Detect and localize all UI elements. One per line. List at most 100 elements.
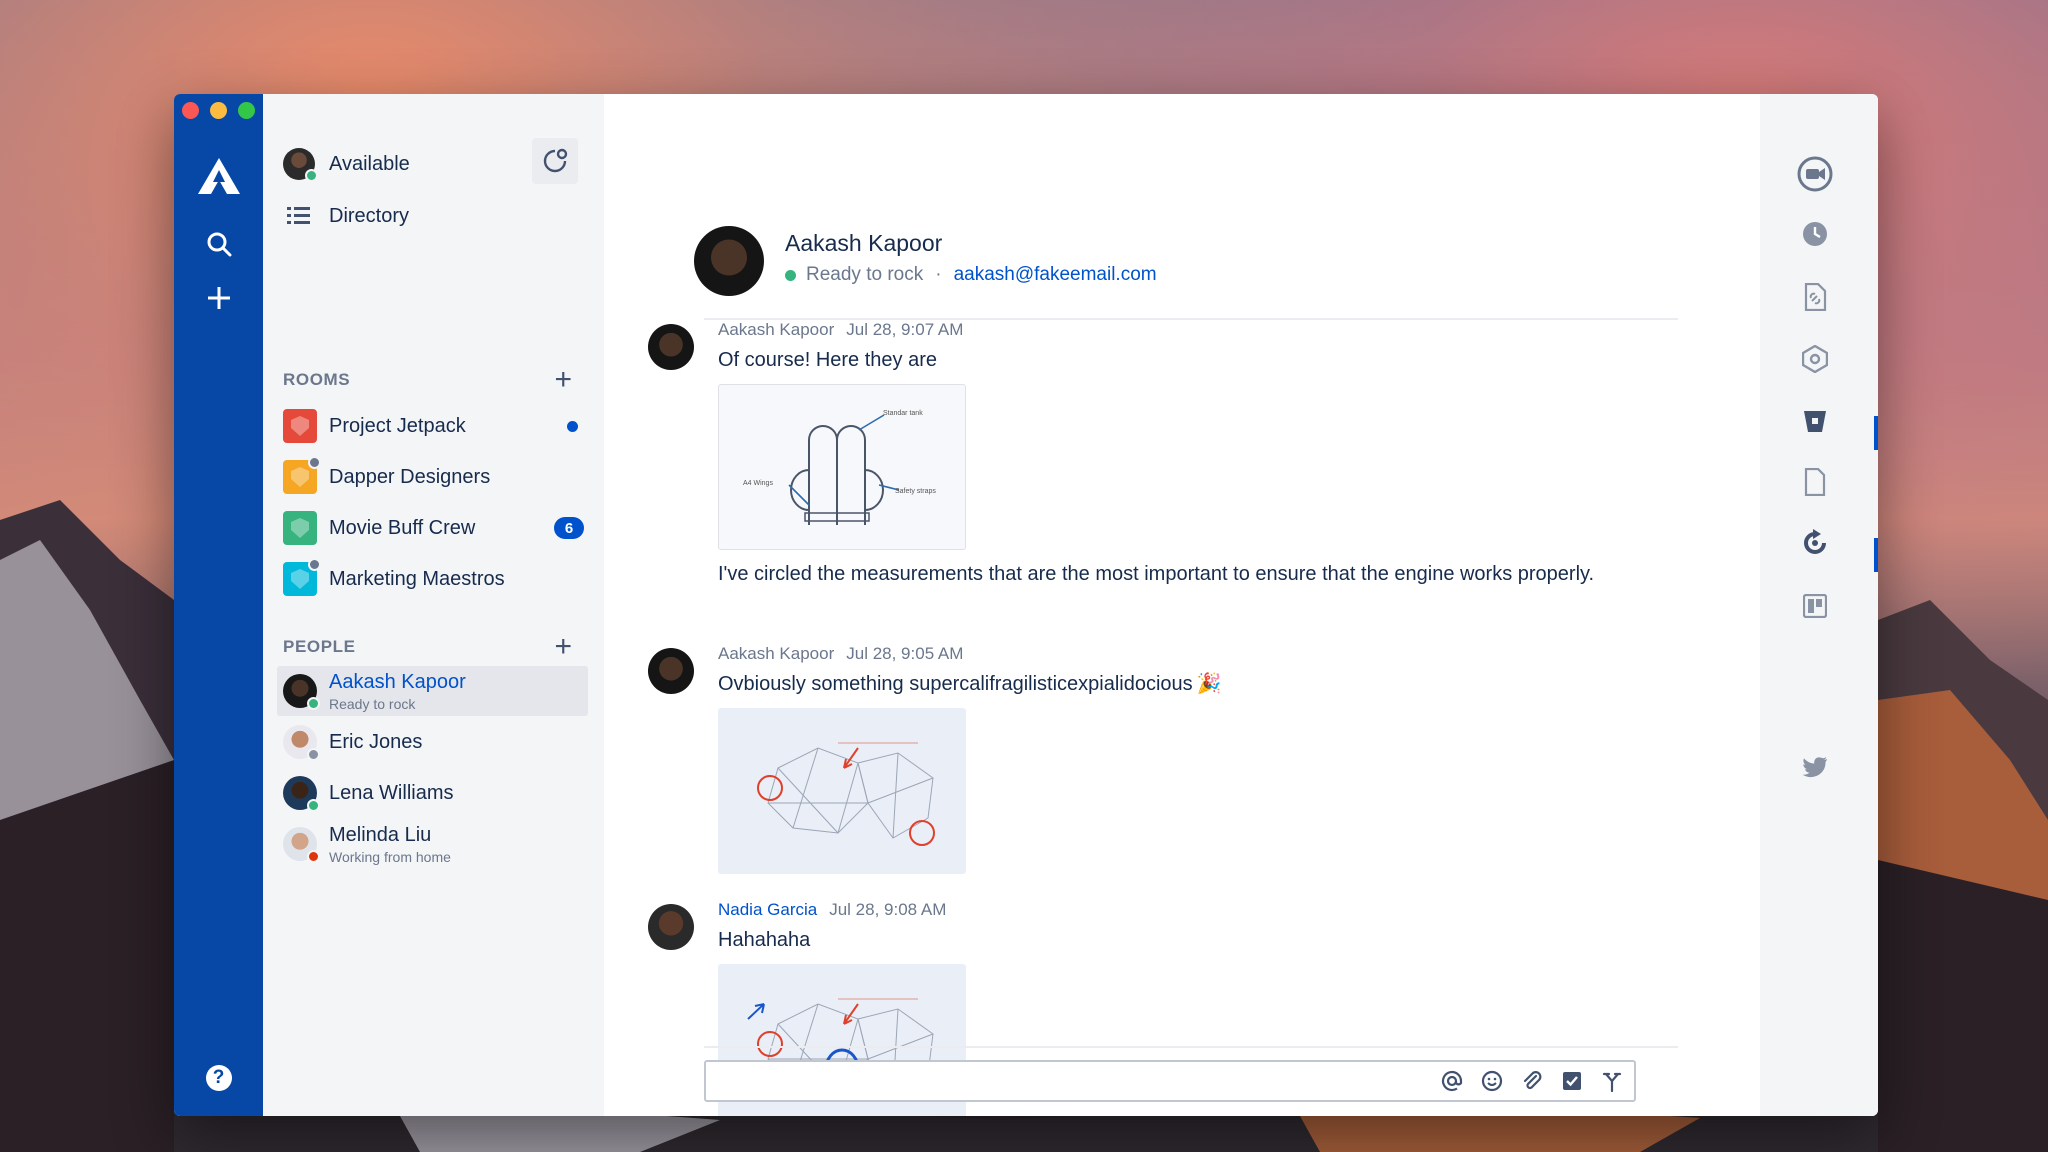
person-item[interactable]: Lena Williams xyxy=(283,771,588,815)
message: Aakash Kapoor Jul 28, 9:05 AM Ovbiously so… xyxy=(718,644,1598,698)
rooms-header: ROOMS + xyxy=(283,364,588,396)
room-icon xyxy=(283,511,317,545)
person-avatar xyxy=(283,725,320,761)
message-meta: Nadia Garcia Jul 28, 9:08 AM xyxy=(718,900,1598,920)
person-item[interactable]: Eric Jones xyxy=(283,720,588,764)
person-item[interactable]: Aakash Kapoor Ready to rock xyxy=(277,666,588,716)
room-icon xyxy=(283,409,317,443)
message-avatar xyxy=(648,648,694,694)
message-time: Jul 28, 9:07 AM xyxy=(846,320,964,339)
status-selector[interactable]: Available xyxy=(283,138,588,184)
add-room-plus-icon[interactable]: + xyxy=(554,365,572,395)
minimize-window-button[interactable] xyxy=(210,102,227,119)
person-text: Aakash Kapoor Ready to rock xyxy=(329,671,466,712)
zoom-window-button[interactable] xyxy=(238,102,255,119)
directory-link[interactable]: Directory xyxy=(283,196,588,236)
history-clock-icon[interactable] xyxy=(1800,219,1830,249)
room-item[interactable]: Project Jetpack xyxy=(283,406,588,446)
room-item[interactable]: Marketing Maestros xyxy=(283,558,588,599)
document-icon[interactable] xyxy=(1800,467,1830,497)
message-time: Jul 28, 9:08 AM xyxy=(829,900,947,919)
message-text: Ovbiously something supercalifragilistic… xyxy=(718,670,1598,698)
room-item[interactable]: Dapper Designers xyxy=(283,456,588,497)
room-name: Marketing Maestros xyxy=(329,567,505,590)
sidebar: Available Directory ROOMS + Project Jetp… xyxy=(263,94,604,1116)
person-name: Eric Jones xyxy=(329,730,423,753)
bitbucket-icon[interactable] xyxy=(1800,406,1830,436)
private-room-icon xyxy=(308,456,321,469)
presence-indicator xyxy=(307,748,320,761)
chat-refresh-icon xyxy=(543,148,568,173)
app-window: ? Available Directory ROOMS + Project Je… xyxy=(174,94,1878,1116)
attachment-icon[interactable] xyxy=(1520,1069,1544,1093)
my-avatar xyxy=(283,148,318,182)
message-author[interactable]: Nadia Garcia xyxy=(718,900,817,919)
person-text: Lena Williams xyxy=(329,782,453,805)
composer-tools xyxy=(1440,1069,1624,1093)
presence-indicator xyxy=(307,850,320,863)
emoji-icon[interactable] xyxy=(1480,1069,1504,1093)
image-attachment[interactable]: Standar tank A4 Wings Safety straps xyxy=(718,384,966,550)
private-room-icon xyxy=(308,558,321,571)
search-icon[interactable] xyxy=(174,224,263,264)
message-list: Aakash Kapoor Jul 28, 9:07 AM Of course! H… xyxy=(604,94,1760,1116)
room-icon xyxy=(283,456,321,494)
message-body: Of course! Here they are xyxy=(718,349,937,371)
my-presence-indicator xyxy=(305,169,318,182)
room-item[interactable]: Movie Buff Crew 6 xyxy=(283,508,588,548)
person-avatar xyxy=(283,674,320,710)
message-avatar xyxy=(648,904,694,950)
message-meta: Aakash Kapoor Jul 28, 9:05 AM xyxy=(718,644,1598,664)
help-icon[interactable]: ? xyxy=(174,1058,263,1098)
message-input[interactable] xyxy=(718,1062,1398,1100)
conversation-pane: Aakash Kapoor Ready to rock · aakash@fak… xyxy=(604,94,1760,1116)
create-plus-icon[interactable] xyxy=(174,278,263,318)
unread-count-badge: 6 xyxy=(554,517,584,539)
engine-sketch-drawing xyxy=(757,742,935,846)
twitter-bird-icon[interactable] xyxy=(1800,752,1830,782)
message-text: Hahahaha xyxy=(718,926,1598,954)
video-call-icon[interactable] xyxy=(1797,156,1833,192)
mention-icon[interactable] xyxy=(1440,1069,1464,1093)
status-label: Available xyxy=(329,152,410,175)
app-logo-icon[interactable] xyxy=(174,146,263,206)
room-icon xyxy=(283,558,321,596)
file-link-icon[interactable] xyxy=(1800,282,1830,312)
person-avatar xyxy=(283,827,320,863)
new-conversation-button[interactable] xyxy=(532,138,578,184)
message-text-followup: I've circled the measurements that are t… xyxy=(718,563,1595,585)
message-author[interactable]: Aakash Kapoor xyxy=(718,644,834,663)
room-name: Movie Buff Crew xyxy=(329,516,476,539)
person-name: Aakash Kapoor xyxy=(329,670,466,693)
close-window-button[interactable] xyxy=(182,102,199,119)
add-person-plus-icon[interactable]: + xyxy=(554,632,572,662)
room-name: Project Jetpack xyxy=(329,414,466,437)
presence-indicator xyxy=(307,799,320,812)
trello-board-icon[interactable] xyxy=(1800,591,1830,621)
rooms-title: ROOMS xyxy=(283,370,351,389)
message-author[interactable]: Aakash Kapoor xyxy=(718,320,834,339)
message-avatar xyxy=(648,324,694,370)
message-body: Hahahaha xyxy=(718,929,811,951)
window-controls xyxy=(182,102,255,119)
unread-dot xyxy=(567,420,578,432)
image-attachment[interactable] xyxy=(718,708,966,874)
person-text: Eric Jones xyxy=(329,731,422,754)
app-bar: ? xyxy=(174,94,263,1116)
message-body: Ovbiously something supercalifragilistic… xyxy=(718,673,1193,695)
room-name: Dapper Designers xyxy=(329,465,491,488)
person-item[interactable]: Melinda Liu Working from home xyxy=(283,822,588,866)
person-name: Melinda Liu xyxy=(329,823,432,846)
active-integration-marker xyxy=(1874,416,1878,450)
person-status: Ready to rock xyxy=(329,695,416,712)
settings-hexagon-icon[interactable] xyxy=(1800,344,1830,374)
person-name: Lena Williams xyxy=(329,781,454,804)
task-checkbox-icon[interactable] xyxy=(1560,1069,1584,1093)
message: Nadia Garcia Jul 28, 9:08 AM Hahahaha xyxy=(718,900,1598,954)
message: Aakash Kapoor Jul 28, 9:07 AM Of course! H… xyxy=(718,320,1598,374)
active-integration-marker-2 xyxy=(1874,538,1878,572)
right-rail xyxy=(1760,94,1878,1116)
decision-branch-icon[interactable] xyxy=(1600,1069,1624,1093)
sync-integration-icon[interactable] xyxy=(1800,528,1830,558)
sketch-label-straps: Safety straps xyxy=(895,488,936,495)
